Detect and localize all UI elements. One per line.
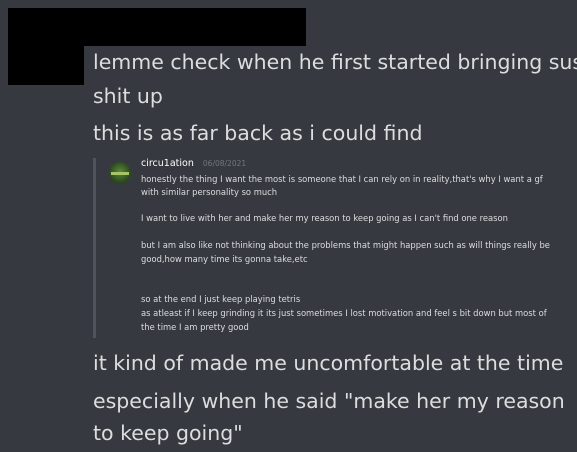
redacted-avatar-area	[8, 8, 306, 46]
quote-line: good,how many time its gonna take,etc	[141, 254, 308, 264]
message-line: especially when he said "make her my rea…	[93, 389, 565, 413]
quote-author[interactable]: circu1ation	[141, 158, 194, 169]
message-line: this is as far back as i could find	[93, 121, 423, 145]
avatar[interactable]	[109, 162, 131, 184]
quoted-screenshot: circu1ation 06/08/2021 honestly the thin…	[93, 158, 556, 338]
quote-line: I want to live with her and make her my …	[141, 213, 508, 223]
redacted-username-area	[8, 46, 84, 85]
quote-line: with similar personality so much	[141, 187, 278, 197]
message-line: lemme check when he first started bringi…	[93, 50, 577, 74]
quote-line: so at the end I just keep playing tetris	[141, 294, 301, 304]
quote-line: but I am also like not thinking about th…	[141, 240, 550, 250]
message-line: it kind of made me uncomfortable at the …	[93, 351, 564, 375]
avatar-graphic	[111, 172, 129, 175]
quote-timestamp: 06/08/2021	[202, 159, 247, 168]
quote-header: circu1ation 06/08/2021	[141, 158, 246, 169]
message-line: shit up	[93, 84, 163, 108]
quote-line: honestly the thing I want the most is so…	[141, 174, 543, 184]
message-line: to keep going"	[93, 421, 243, 445]
quote-line: as atleast if I keep grinding it its jus…	[141, 308, 547, 318]
quote-line: the time I am pretty good	[141, 322, 249, 332]
